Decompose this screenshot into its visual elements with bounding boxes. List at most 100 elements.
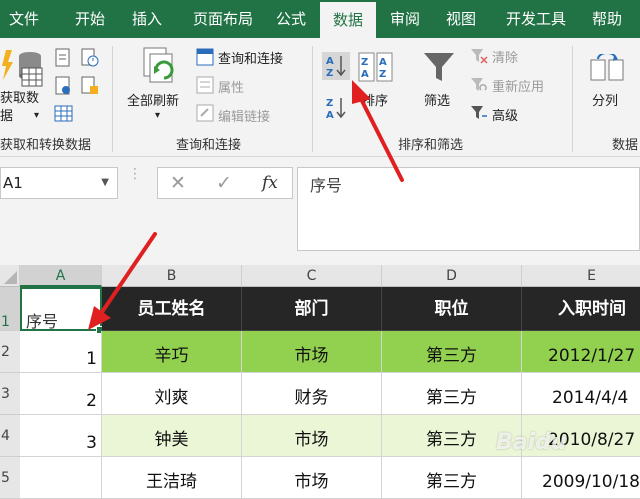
cell-b2[interactable]: 辛巧 bbox=[102, 331, 242, 373]
group-divider bbox=[112, 46, 113, 152]
cell-a1[interactable]: 序号 bbox=[20, 287, 102, 331]
clear-filter-icon bbox=[470, 48, 488, 68]
cell-b1[interactable]: 员工姓名 bbox=[102, 287, 242, 331]
text-to-columns-button[interactable]: 分列 bbox=[592, 90, 618, 109]
from-text-icon[interactable] bbox=[54, 48, 72, 72]
row-header-2[interactable]: 2 bbox=[0, 331, 20, 373]
advanced-button[interactable]: 高级 bbox=[492, 105, 518, 124]
cell-e2[interactable]: 2012/1/27 bbox=[522, 331, 640, 373]
watermark: Baidu bbox=[496, 430, 567, 455]
cell-c5[interactable]: 市场 bbox=[242, 457, 382, 499]
cell-d5[interactable]: 第三方 bbox=[382, 457, 522, 499]
grip-icon[interactable]: ⋮ bbox=[128, 167, 142, 195]
row-header-1[interactable]: 1 bbox=[0, 287, 20, 331]
svg-text:Z: Z bbox=[361, 57, 368, 68]
cell-a5[interactable] bbox=[20, 457, 102, 499]
tab-help[interactable]: 帮助 bbox=[582, 0, 632, 38]
recent-sources-icon[interactable] bbox=[80, 48, 100, 72]
queries-connections-icon bbox=[196, 48, 214, 70]
cell-c1[interactable]: 部门 bbox=[242, 287, 382, 331]
tab-page-layout[interactable]: 页面布局 bbox=[184, 0, 262, 38]
refresh-all-icon[interactable] bbox=[140, 46, 180, 90]
cell-c2[interactable]: 市场 bbox=[242, 331, 382, 373]
cell-a2[interactable]: 1 bbox=[20, 331, 102, 373]
formula-bar: A1 ▼ ⋮ ✕ ✓ fx 序号 bbox=[0, 157, 640, 265]
formula-buttons: ✕ ✓ fx bbox=[157, 167, 293, 199]
chevron-down-icon[interactable]: ▼ bbox=[101, 168, 109, 198]
group-divider bbox=[572, 46, 573, 152]
cell-d3[interactable]: 第三方 bbox=[382, 373, 522, 415]
cell-b3[interactable]: 刘爽 bbox=[102, 373, 242, 415]
svg-text:A: A bbox=[326, 110, 334, 121]
name-box[interactable]: A1 ▼ bbox=[0, 167, 118, 199]
sort-z-to-a-icon: Z A bbox=[326, 98, 346, 121]
svg-text:A: A bbox=[361, 69, 369, 80]
group-label-data-tools: 数据 bbox=[612, 138, 639, 153]
cell-b4[interactable]: 钟美 bbox=[102, 415, 242, 457]
existing-connections-icon[interactable] bbox=[80, 76, 100, 100]
cell-d1[interactable]: 职位 bbox=[382, 287, 522, 331]
svg-text:A: A bbox=[326, 56, 334, 67]
filter-icon bbox=[422, 50, 456, 88]
properties-button[interactable]: 属性 bbox=[218, 77, 244, 96]
cell-e1[interactable]: 入职时间 bbox=[522, 287, 640, 331]
tab-home[interactable]: 开始 bbox=[60, 0, 120, 38]
clear-button[interactable]: 清除 bbox=[492, 47, 518, 66]
database-icon bbox=[2, 50, 43, 87]
group-divider bbox=[312, 46, 313, 152]
ribbon-tab-bar: 文件 开始 插入 页面布局 公式 数据 审阅 视图 开发工具 帮助 bbox=[0, 0, 640, 38]
get-data-dropdown-icon[interactable]: ▾ bbox=[34, 110, 39, 121]
refresh-dropdown-icon[interactable]: ▾ bbox=[155, 110, 160, 121]
group-label-sort-filter: 排序和筛选 bbox=[398, 138, 464, 153]
cell-a4[interactable]: 3 bbox=[20, 415, 102, 457]
sort-button[interactable]: 排序 bbox=[362, 90, 388, 109]
refresh-all-button[interactable]: 全部刷新 bbox=[127, 90, 179, 109]
column-header-d[interactable]: D bbox=[382, 265, 522, 287]
cell-e5[interactable]: 2009/10/18 bbox=[522, 457, 640, 499]
enter-icon[interactable]: ✓ bbox=[216, 168, 232, 198]
tab-data[interactable]: 数据 bbox=[320, 2, 376, 38]
select-all-corner[interactable] bbox=[0, 265, 20, 287]
from-web-icon[interactable] bbox=[54, 76, 72, 100]
get-data-button[interactable] bbox=[0, 46, 46, 94]
sort-icon[interactable]: Z A A Z bbox=[358, 52, 394, 86]
queries-connections-button[interactable]: 查询和连接 bbox=[218, 48, 283, 67]
properties-icon bbox=[196, 76, 214, 98]
tab-review[interactable]: 审阅 bbox=[382, 0, 428, 38]
edit-links-button[interactable]: 编辑链接 bbox=[218, 106, 270, 125]
from-table-icon[interactable] bbox=[54, 104, 74, 128]
advanced-filter-icon bbox=[470, 105, 488, 125]
svg-text:Z: Z bbox=[379, 69, 386, 80]
name-box-value: A1 bbox=[3, 174, 23, 192]
column-header-e[interactable]: E bbox=[522, 265, 640, 287]
tab-formulas[interactable]: 公式 bbox=[268, 0, 314, 38]
tab-view[interactable]: 视图 bbox=[438, 0, 484, 38]
cell-c4[interactable]: 市场 bbox=[242, 415, 382, 457]
cell-a3[interactable]: 2 bbox=[20, 373, 102, 415]
insert-function-icon[interactable]: fx bbox=[262, 168, 278, 198]
column-header-b[interactable]: B bbox=[102, 265, 242, 287]
svg-text:A: A bbox=[379, 57, 387, 68]
tab-file[interactable]: 文件 bbox=[0, 0, 48, 38]
column-header-a[interactable]: A bbox=[20, 265, 102, 287]
row-header-4[interactable]: 4 bbox=[0, 415, 20, 457]
sort-a-to-z-icon: A Z bbox=[326, 56, 346, 79]
cell-d2[interactable]: 第三方 bbox=[382, 331, 522, 373]
row-header-5[interactable]: 5 bbox=[0, 457, 20, 499]
tab-insert[interactable]: 插入 bbox=[122, 0, 172, 38]
tab-developer[interactable]: 开发工具 bbox=[496, 0, 576, 38]
cancel-icon[interactable]: ✕ bbox=[170, 168, 186, 198]
sort-descending-button[interactable]: Z A bbox=[322, 94, 350, 126]
svg-text:Z: Z bbox=[326, 98, 333, 109]
formula-input[interactable]: 序号 bbox=[297, 167, 640, 251]
edit-links-icon bbox=[196, 104, 214, 126]
cell-c3[interactable]: 财务 bbox=[242, 373, 382, 415]
ribbon: 获取数 据 ▾ 获取和转换数据 全部刷新 ▾ 查询和连接 属性 编辑链接 查询和… bbox=[0, 38, 640, 157]
filter-button[interactable]: 筛选 bbox=[424, 90, 450, 109]
column-header-c[interactable]: C bbox=[242, 265, 382, 287]
sort-ascending-button[interactable]: A Z bbox=[322, 52, 350, 80]
cell-e3[interactable]: 2014/4/4 bbox=[522, 373, 640, 415]
reapply-button[interactable]: 重新应用 bbox=[492, 76, 544, 95]
cell-b5[interactable]: 王洁琦 bbox=[102, 457, 242, 499]
row-header-3[interactable]: 3 bbox=[0, 373, 20, 415]
